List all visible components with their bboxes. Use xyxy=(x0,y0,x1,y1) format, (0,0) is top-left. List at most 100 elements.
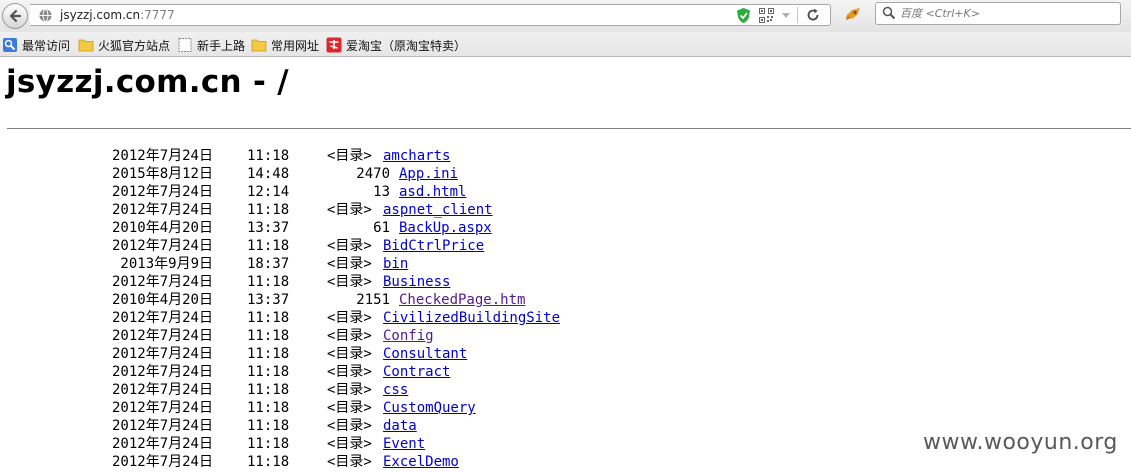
bookmark-label: 爱淘宝（原淘宝特卖） xyxy=(346,38,467,53)
dir-tag: <目录> xyxy=(327,256,372,272)
dropdown-arrow-icon[interactable] xyxy=(781,12,791,19)
entry-link[interactable]: BackUp.aspx xyxy=(399,219,492,237)
dir-tag: <目录> xyxy=(327,274,372,290)
entry-link[interactable]: BidCtrlPrice xyxy=(383,237,484,255)
file-size: 2470 xyxy=(356,166,390,182)
listing-row: 2012年7月24日 11:18 <目录> Event xyxy=(0,435,700,453)
entry-date: 2013年9月9日 xyxy=(120,256,213,272)
bookmark-label: 常用网址 xyxy=(271,38,320,53)
bookmark-label: 新手上路 xyxy=(197,38,246,53)
entry-date: 2012年7月24日 xyxy=(111,274,213,290)
search-input[interactable] xyxy=(900,5,1110,21)
bookmark-common-sites[interactable]: 常用网址 xyxy=(251,36,319,54)
entry-time: 11:18 xyxy=(247,238,290,254)
listing-row: 2012年7月24日 11:18 <目录> CivilizedBuildingSite xyxy=(0,309,700,327)
entry-link[interactable]: Event xyxy=(383,435,425,453)
entry-link[interactable]: amcharts xyxy=(383,147,450,165)
reload-icon[interactable] xyxy=(805,7,821,23)
entry-link[interactable]: CustomQuery xyxy=(383,399,476,417)
entry-link[interactable]: Consultant xyxy=(383,345,467,363)
entry-time: 11:18 xyxy=(247,310,290,326)
entry-time: 18:37 xyxy=(247,256,290,272)
entry-time: 11:18 xyxy=(247,274,290,290)
entry-link[interactable]: CheckedPage.htm xyxy=(399,291,525,309)
entry-link[interactable]: CivilizedBuildingSite xyxy=(383,309,560,327)
listing-row: 2012年7月24日 11:18 <目录> CustomQuery xyxy=(0,399,700,417)
listing-row: 2012年7月24日 11:18 <目录> aspnet_client xyxy=(0,201,700,219)
listing-row: 2013年9月9日 18:37 <目录> bin xyxy=(0,255,700,273)
entry-date: 2010年4月20日 xyxy=(111,292,213,308)
entry-time: 11:18 xyxy=(247,418,290,434)
dir-tag: <目录> xyxy=(327,454,372,470)
entry-date: 2012年7月24日 xyxy=(111,202,213,218)
entry-link[interactable]: aspnet_client xyxy=(383,201,493,219)
entry-time: 13:37 xyxy=(247,292,290,308)
url-port: :7777 xyxy=(140,8,175,22)
address-bar-separator xyxy=(797,7,798,23)
listing-row: 2012年7月24日 11:18 <目录> BidCtrlPrice xyxy=(0,237,700,255)
address-bar[interactable]: jsyzzj.com.cn:7777 xyxy=(30,4,831,26)
entry-link[interactable]: asd.html xyxy=(399,183,466,201)
dir-tag: <目录> xyxy=(327,310,372,326)
bookmark-getting-started[interactable]: 新手上路 xyxy=(177,36,245,54)
listing-row: 2012年7月24日 11:18 <目录> css xyxy=(0,381,700,399)
entry-date: 2015年8月12日 xyxy=(111,166,213,182)
entry-date: 2012年7月24日 xyxy=(111,328,213,344)
directory-listing: 2012年7月24日 11:18 <目录> amcharts 2015年8月12日 14:… xyxy=(0,147,700,471)
back-button[interactable] xyxy=(2,3,28,29)
listing-row: 2012年7月24日 11:18 <目录> Config xyxy=(0,327,700,345)
entry-date: 2012年7月24日 xyxy=(111,436,213,452)
bookmarks-bar: 最常访问 火狐官方站点 新手上路 常用网址 爱淘宝（原淘宝特卖） xyxy=(0,32,1131,57)
listing-row: 2012年7月24日 11:18 <目录> ExcelDemo xyxy=(0,453,700,471)
search-bar[interactable] xyxy=(875,2,1121,25)
dir-tag: <目录> xyxy=(327,328,372,344)
entry-date: 2012年7月24日 xyxy=(111,382,213,398)
dir-tag: <目录> xyxy=(327,418,372,434)
entry-time: 11:18 xyxy=(247,346,290,362)
listing-row: 2012年7月24日 11:18 <目录> Contract xyxy=(0,363,700,381)
most-visited-icon xyxy=(3,38,17,52)
entry-date: 2012年7月24日 xyxy=(111,310,213,326)
navigation-bar: jsyzzj.com.cn:7777 xyxy=(0,0,1131,32)
listing-row: 2012年7月24日 11:18 <目录> Business xyxy=(0,273,700,291)
entry-time: 11:18 xyxy=(247,202,290,218)
entry-link[interactable]: css xyxy=(383,381,408,399)
folder-icon xyxy=(251,39,267,52)
dir-tag: <目录> xyxy=(327,148,372,164)
entry-link[interactable]: ExcelDemo xyxy=(383,453,459,471)
file-size: 61 xyxy=(373,220,390,236)
entry-date: 2012年7月24日 xyxy=(111,184,213,200)
dir-tag: <目录> xyxy=(327,436,372,452)
entry-link[interactable]: Business xyxy=(383,273,450,291)
url-text[interactable]: jsyzzj.com.cn:7777 xyxy=(60,8,175,22)
entry-link[interactable]: bin xyxy=(383,255,408,273)
bookmark-most-visited[interactable]: 最常访问 xyxy=(2,36,70,54)
listing-row: 2015年8月12日 14:48 2470 App.ini xyxy=(0,165,700,183)
entry-link[interactable]: Contract xyxy=(383,363,450,381)
entry-link[interactable]: Config xyxy=(383,327,434,345)
entry-time: 12:14 xyxy=(247,184,290,200)
entry-date: 2010年4月20日 xyxy=(111,220,213,236)
arrow-left-icon xyxy=(9,9,22,23)
bookmark-aitaobao[interactable]: 爱淘宝（原淘宝特卖） xyxy=(326,36,466,54)
entry-time: 11:18 xyxy=(247,400,290,416)
dir-tag: <目录> xyxy=(327,364,372,380)
dir-tag: <目录> xyxy=(327,346,372,362)
folder-icon xyxy=(78,39,94,52)
entry-date: 2012年7月24日 xyxy=(111,418,213,434)
entry-time: 11:18 xyxy=(247,328,290,344)
entry-date: 2012年7月24日 xyxy=(111,454,213,470)
qr-code-icon[interactable] xyxy=(759,8,774,23)
entry-time: 14:48 xyxy=(247,166,290,182)
page-title: jsyzzj.com.cn - / xyxy=(6,64,289,100)
entry-time: 13:37 xyxy=(247,220,290,236)
bookmark-label: 最常访问 xyxy=(22,38,71,53)
extension-icon[interactable] xyxy=(845,6,863,22)
shield-icon[interactable] xyxy=(736,7,751,24)
listing-row: 2010年4月20日 13:37 61 BackUp.aspx xyxy=(0,219,700,237)
entry-link[interactable]: data xyxy=(383,417,417,435)
bookmark-firefox-site[interactable]: 火狐官方站点 xyxy=(78,36,170,54)
entry-link[interactable]: App.ini xyxy=(399,165,458,183)
entry-time: 11:18 xyxy=(247,382,290,398)
entry-time: 11:18 xyxy=(247,454,290,470)
